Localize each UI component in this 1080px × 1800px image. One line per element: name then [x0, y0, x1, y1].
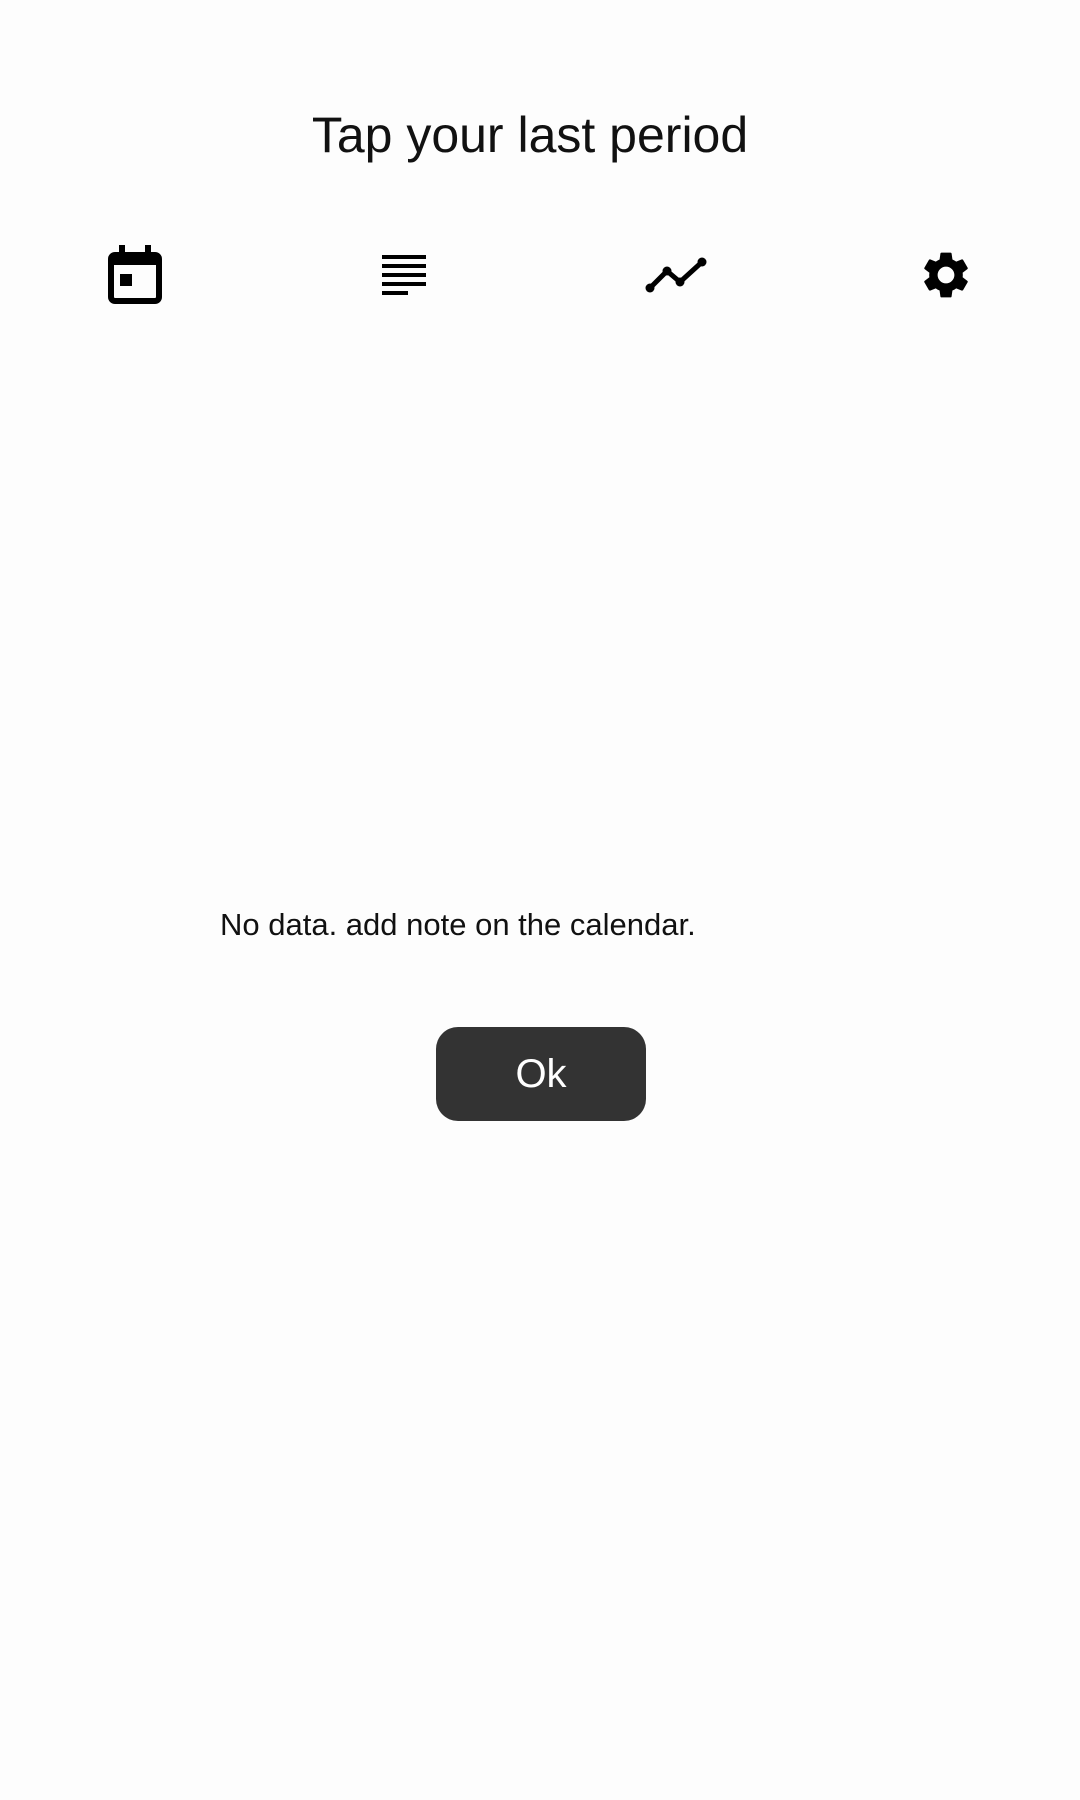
trend-chart-icon — [645, 257, 707, 293]
nav-item-calendar[interactable] — [90, 230, 180, 320]
nav-item-settings[interactable] — [901, 230, 991, 320]
empty-state-message: No data. add note on the calendar. — [220, 907, 696, 942]
notes-list-icon — [382, 255, 428, 295]
gear-icon — [918, 247, 974, 303]
page-title: Tap your last period — [311, 107, 749, 163]
nav-item-notes[interactable] — [360, 230, 450, 320]
calendar-icon — [107, 245, 163, 305]
top-nav-bar — [0, 230, 1080, 320]
ok-button[interactable]: Ok — [436, 1027, 646, 1121]
nav-item-stats[interactable] — [631, 230, 721, 320]
